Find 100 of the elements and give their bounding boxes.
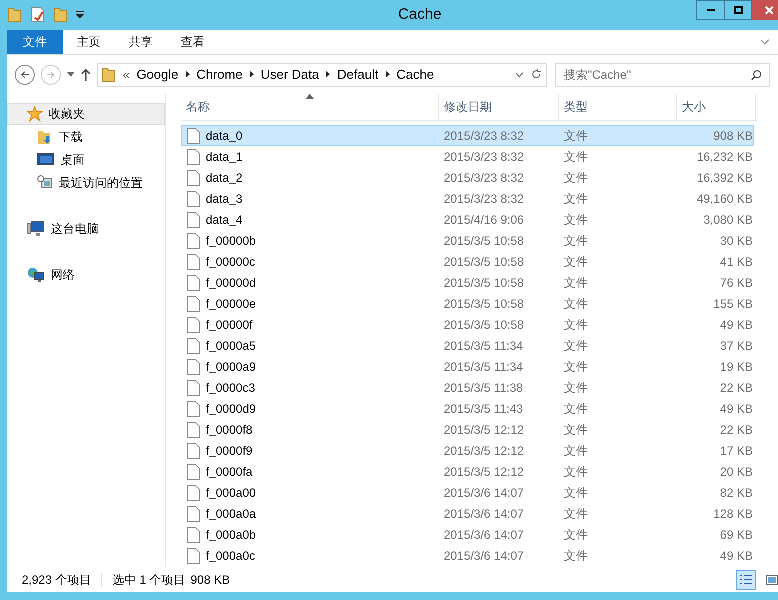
back-button[interactable] bbox=[15, 64, 35, 84]
minimize-button[interactable] bbox=[696, 0, 724, 20]
date-cell-text: 2015/3/5 11:43 bbox=[443, 400, 524, 418]
file-icon bbox=[187, 380, 200, 396]
breadcrumb-item[interactable]: Chrome bbox=[196, 64, 243, 84]
ribbon-tab[interactable]: 主页 bbox=[63, 30, 115, 54]
history-caret-icon[interactable] bbox=[515, 72, 524, 78]
file-icon bbox=[187, 422, 200, 438]
file-row[interactable]: data_3 2015/3/23 8:32 文件 49,160 KB bbox=[181, 188, 754, 209]
file-row[interactable]: f_00000b 2015/3/5 10:58 文件 30 KB bbox=[181, 230, 754, 251]
type-cell-text: 文件 bbox=[563, 170, 589, 186]
thumbnails-view-icon[interactable] bbox=[766, 574, 778, 584]
size-cell-text: 20 KB bbox=[719, 464, 753, 480]
dropdown-caret-icon[interactable] bbox=[76, 11, 84, 19]
file-name: data_4 bbox=[206, 212, 243, 228]
file-name: f_0000a5 bbox=[206, 338, 256, 354]
file-row[interactable]: f_0000fa 2015/3/5 12:12 文件 20 KB bbox=[181, 461, 754, 482]
ribbon-tab[interactable]: 共享 bbox=[115, 30, 167, 54]
column-header[interactable]: 名称 bbox=[181, 94, 439, 120]
network-icon bbox=[27, 267, 45, 283]
date-cell-text: 2015/3/5 10:58 bbox=[443, 232, 526, 250]
type-cell-text: 文件 bbox=[563, 274, 589, 292]
type-cell-text: 文件 bbox=[563, 380, 589, 396]
selection-count: 选中 1 个项目 bbox=[112, 572, 186, 588]
breadcrumb-item[interactable]: Google bbox=[136, 64, 179, 84]
file-row[interactable]: data_0 2015/3/23 8:32 文件 908 KB bbox=[181, 125, 754, 146]
date-cell-text: 2015/3/23 8:32 bbox=[443, 170, 526, 186]
file-row[interactable]: f_0000a9 2015/3/5 11:34 文件 19 KB bbox=[181, 356, 754, 377]
file-icon bbox=[187, 212, 200, 228]
nav-item[interactable]: 最近访问的位置 bbox=[7, 171, 165, 194]
details-view-button[interactable] bbox=[736, 570, 756, 590]
file-row[interactable]: f_000a0b 2015/3/6 14:07 文件 69 KB bbox=[181, 524, 754, 545]
size-cell-text: 16,392 KB bbox=[696, 170, 753, 186]
file-row[interactable]: data_4 2015/4/16 9:06 文件 3,080 KB bbox=[181, 209, 754, 230]
breadcrumb-arrow-icon[interactable] bbox=[386, 71, 390, 78]
breadcrumb-arrow-icon[interactable] bbox=[250, 71, 254, 78]
file-row[interactable]: f_0000f8 2015/3/5 12:12 文件 22 KB bbox=[181, 419, 754, 440]
file-name: f_0000a9 bbox=[206, 358, 256, 376]
file-icon bbox=[187, 338, 200, 354]
size-cell-text: 41 KB bbox=[719, 254, 753, 270]
breadcrumb-arrow-icon[interactable] bbox=[186, 71, 190, 78]
file-row[interactable]: f_000a00 2015/3/6 14:07 文件 82 KB bbox=[181, 482, 754, 503]
date-cell-text: 2015/3/6 14:07 bbox=[443, 526, 526, 544]
file-row[interactable]: f_0000d9 2015/3/5 11:43 文件 49 KB bbox=[181, 398, 754, 419]
new-folder-icon bbox=[54, 7, 68, 23]
file-name: data_2 bbox=[206, 170, 243, 186]
type-cell-text: 文件 bbox=[563, 422, 589, 438]
close-button[interactable] bbox=[752, 0, 778, 20]
column-header[interactable]: 修改日期 bbox=[439, 94, 559, 120]
column-header[interactable]: 大小 bbox=[677, 94, 756, 120]
type-cell-text: 文件 bbox=[563, 316, 589, 334]
size-cell-text: 22 KB bbox=[719, 422, 753, 438]
search-field[interactable]: 搜索"Cache" bbox=[555, 62, 770, 86]
file-name: f_00000d bbox=[206, 274, 256, 292]
refresh-icon[interactable] bbox=[531, 69, 542, 80]
recent-dropdown-icon[interactable] bbox=[67, 72, 75, 77]
properties-icon[interactable] bbox=[30, 7, 46, 23]
size-cell-text: 908 KB bbox=[712, 128, 753, 144]
breadcrumb-arrow-icon[interactable] bbox=[326, 71, 330, 78]
expand-ribbon-icon[interactable] bbox=[760, 39, 770, 45]
file-icon bbox=[187, 484, 200, 500]
file-name: f_00000b bbox=[206, 232, 256, 250]
nav-item[interactable]: 网络 bbox=[7, 264, 165, 286]
file-icon bbox=[187, 526, 200, 542]
file-name: f_0000f8 bbox=[206, 422, 253, 438]
file-row[interactable]: f_0000c3 2015/3/5 11:38 文件 22 KB bbox=[181, 377, 754, 398]
file-row[interactable]: f_0000a5 2015/3/5 11:34 文件 37 KB bbox=[181, 335, 754, 356]
up-arrow-icon[interactable] bbox=[81, 68, 91, 80]
folder-icon bbox=[8, 7, 22, 23]
type-cell-text: 文件 bbox=[563, 338, 589, 354]
size-cell-text: 155 KB bbox=[712, 296, 753, 312]
size-cell-text: 22 KB bbox=[719, 380, 753, 396]
file-name: f_00000e bbox=[206, 296, 256, 312]
type-cell-text: 文件 bbox=[563, 358, 589, 376]
breadcrumb-item[interactable]: Default bbox=[337, 64, 379, 84]
breadcrumb-item[interactable]: User Data bbox=[260, 64, 320, 84]
file-menu-button[interactable]: 文件 bbox=[7, 30, 63, 54]
file-row[interactable]: f_000a0c 2015/3/6 14:07 文件 49 KB bbox=[181, 545, 754, 566]
nav-item[interactable]: 收藏夹 bbox=[7, 103, 165, 125]
nav-item[interactable]: 桌面 bbox=[7, 148, 165, 171]
window-title: Cache bbox=[398, 4, 442, 25]
size-cell-text: 49 KB bbox=[719, 400, 753, 418]
address-bar[interactable]: « Google Chrome User Data Default Cache bbox=[97, 62, 547, 86]
file-row[interactable]: data_1 2015/3/23 8:32 文件 16,232 KB bbox=[181, 146, 754, 167]
size-cell-text: 30 KB bbox=[719, 232, 753, 250]
ribbon-tab[interactable]: 查看 bbox=[167, 30, 219, 54]
file-row[interactable]: f_00000f 2015/3/5 10:58 文件 49 KB bbox=[181, 314, 754, 335]
file-row[interactable]: f_0000f9 2015/3/5 12:12 文件 17 KB bbox=[181, 440, 754, 461]
file-row[interactable]: f_00000c 2015/3/5 10:58 文件 41 KB bbox=[181, 251, 754, 272]
type-cell-text: 文件 bbox=[563, 442, 589, 460]
nav-item[interactable]: 这台电脑 bbox=[7, 218, 165, 240]
file-row[interactable]: f_00000d 2015/3/5 10:58 文件 76 KB bbox=[181, 272, 754, 293]
file-row[interactable]: f_000a0a 2015/3/6 14:07 文件 128 KB bbox=[181, 503, 754, 524]
breadcrumb-item[interactable]: Cache bbox=[396, 64, 434, 84]
size-cell-text: 128 KB bbox=[712, 506, 753, 522]
file-row[interactable]: data_2 2015/3/23 8:32 文件 16,392 KB bbox=[181, 167, 754, 188]
column-header[interactable]: 类型 bbox=[559, 94, 677, 120]
nav-item[interactable]: 下载 bbox=[7, 125, 165, 148]
path-overflow[interactable]: « bbox=[123, 66, 130, 84]
file-row[interactable]: f_00000e 2015/3/5 10:58 文件 155 KB bbox=[181, 293, 754, 314]
